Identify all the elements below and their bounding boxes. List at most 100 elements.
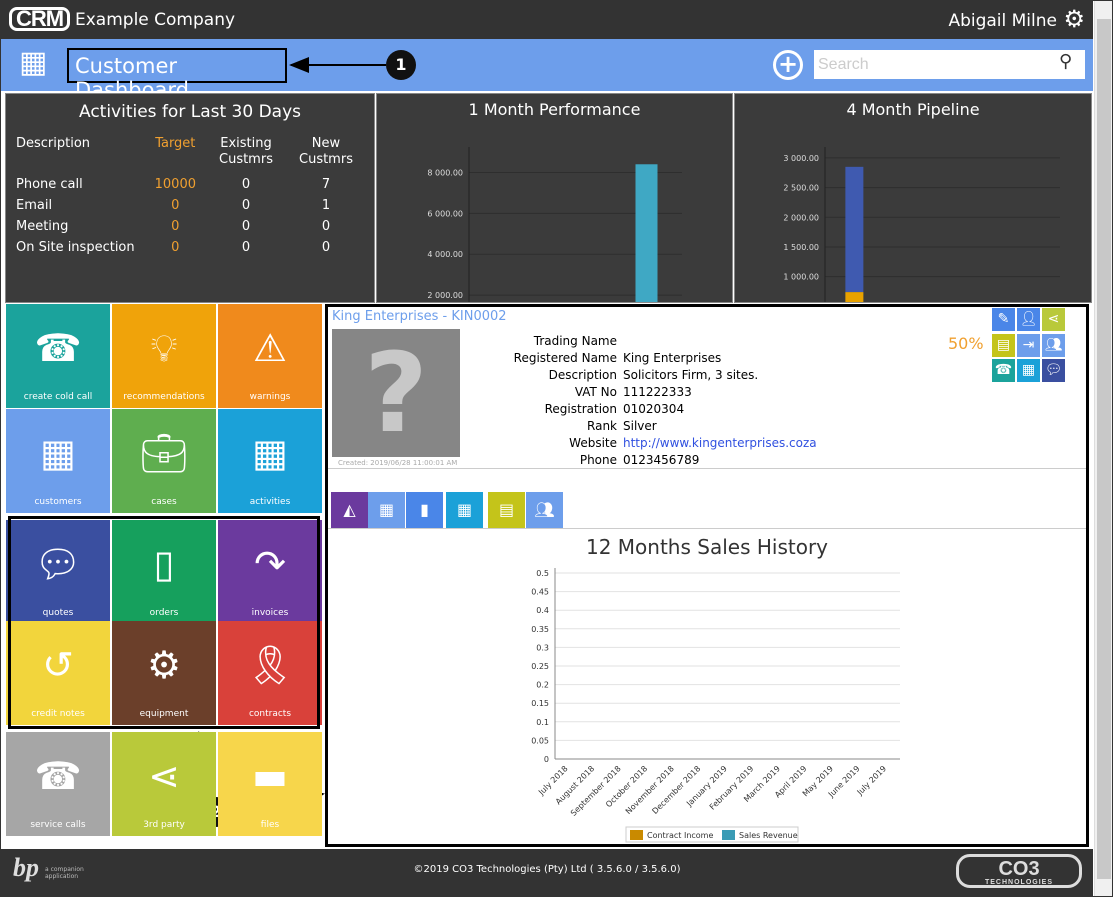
bar: [845, 166, 864, 293]
tile-invoices[interactable]: ↷ invoices: [218, 520, 322, 624]
y-tick-label: 0.5: [536, 569, 549, 578]
tile-recommendations[interactable]: 💡︎ recommendations: [112, 304, 216, 408]
activity-cell: Meeting: [16, 219, 69, 234]
top-bar: CRM Example Company Abigail Milne ⚙: [1, 1, 1093, 39]
tab-documents[interactable]: ▤: [488, 492, 525, 528]
sales-history-title: 12 Months Sales History: [585, 535, 828, 559]
edit-icon[interactable]: ✎: [992, 308, 1015, 331]
activities-panel: Activities for Last 30 Days Description …: [5, 93, 375, 303]
crm-logo[interactable]: CRM: [9, 7, 71, 31]
activities-table: Description Target Existing Custmrs New …: [12, 136, 366, 258]
tile-orders[interactable]: ▯ orders: [112, 520, 216, 624]
y-tick-label: 0.2: [536, 681, 549, 690]
tile-icon: ↷: [254, 542, 286, 586]
activity-cell: 7: [321, 177, 331, 192]
gear-icon[interactable]: ⚙: [1063, 5, 1085, 33]
legend-label: Contract Income: [647, 831, 713, 840]
performance-chart: 0.002 000.004 000.006 000.008 000.00Invo…: [427, 147, 682, 302]
search-input[interactable]: [814, 50, 1085, 79]
calendar-icon[interactable]: ▦: [1017, 359, 1040, 382]
tile-warnings[interactable]: ⚠ warnings: [218, 304, 322, 408]
pipeline-title: 4 Month Pipeline: [846, 100, 980, 119]
x-tick-label: December 2018: [650, 764, 702, 816]
tile-label: cases: [151, 497, 177, 507]
tile-activities[interactable]: ▦ activities: [218, 409, 322, 513]
activities-title: Activities for Last 30 Days: [78, 102, 301, 122]
tab-sales-chart[interactable]: ◭: [331, 492, 368, 528]
field-value: 0123456789: [623, 453, 700, 467]
tile-customers[interactable]: ▦ customers: [6, 409, 110, 513]
login-icon[interactable]: ⇥: [1017, 334, 1040, 357]
customer-name[interactable]: King Enterprises - KIN0002: [332, 309, 507, 324]
tile-label: contracts: [248, 709, 292, 719]
scrollbar[interactable]: [1094, 1, 1112, 896]
legend-label: Sales Revenue: [739, 831, 798, 840]
scrollbar-thumb[interactable]: [1097, 19, 1111, 879]
user-name[interactable]: Abigail Milne: [948, 11, 1057, 31]
tile-3rd-party[interactable]: ⋖ 3rd party: [112, 732, 216, 836]
page-title: Customer Dashboard: [67, 48, 287, 102]
pipeline-chart: 0.00500.001 000.001 500.002 000.002 500.…: [783, 147, 1060, 302]
tab-calendar[interactable]: ▦: [446, 492, 483, 528]
tile-service-calls[interactable]: ☎ service calls: [6, 732, 110, 836]
pipeline-panel: 4 Month Pipeline 0.00500.001 000.001 500…: [734, 93, 1092, 303]
add-icon[interactable]: +: [773, 50, 803, 80]
tile-icon: ▯: [153, 542, 175, 586]
tile-icon: ▬: [252, 754, 288, 798]
tile-contracts[interactable]: 🎗︎ contracts: [218, 621, 322, 725]
y-tick-label: 3 000.00: [783, 154, 819, 163]
field-label: VAT No: [574, 385, 617, 399]
tile-label: invoices: [251, 608, 289, 618]
share-icon[interactable]: ⋖: [1042, 308, 1065, 331]
document-icon[interactable]: ▤: [992, 334, 1015, 357]
field-value: Silver: [623, 419, 657, 433]
activity-cell: 10000: [154, 177, 196, 192]
field-label: Description: [548, 368, 617, 382]
tile-icon: ▦: [252, 431, 288, 475]
phone-icon[interactable]: ☎: [992, 359, 1015, 382]
activity-cell: Email: [16, 198, 53, 213]
y-tick-label: 4 000.00: [427, 250, 463, 259]
y-tick-label: 0.25: [531, 662, 549, 671]
tab-company[interactable]: ▦: [368, 492, 405, 528]
tile-label: orders: [149, 608, 179, 618]
performance-title: 1 Month Performance: [468, 100, 641, 119]
tile-quotes[interactable]: 💬︎ quotes: [6, 520, 110, 624]
tile-cases[interactable]: 💼︎ cases: [112, 409, 216, 513]
field-label: Website: [569, 436, 617, 450]
field-value: 01020304: [623, 402, 685, 416]
tab-address-book[interactable]: ▮: [406, 492, 443, 528]
legend-swatch: [722, 830, 735, 840]
tile-icon: ☎: [34, 754, 82, 798]
search-icon[interactable]: ⚲: [1059, 51, 1072, 72]
tile-icon: ⋖: [148, 754, 180, 798]
add-contact-icon[interactable]: 👤︎: [1017, 308, 1040, 331]
chat-icon[interactable]: 💬︎: [1042, 359, 1065, 382]
tile-label: equipment: [139, 709, 189, 719]
field-row: Registration 01020304: [468, 401, 817, 418]
activity-cell: 1: [321, 198, 331, 213]
tile-icon: ⚙: [146, 643, 182, 687]
field-row: Phone 0123456789: [468, 452, 817, 469]
divider: [328, 468, 1086, 469]
tile-label: quotes: [42, 608, 74, 618]
tile-label: activities: [249, 497, 291, 507]
tile-label: recommendations: [123, 392, 205, 402]
tile-files[interactable]: ▬ files: [218, 732, 322, 836]
tile-credit-notes[interactable]: ↺ credit notes: [6, 621, 110, 725]
customer-photo-placeholder[interactable]: ?: [332, 329, 460, 457]
contacts-icon[interactable]: 👥︎: [1042, 334, 1065, 357]
completion-percent: 50%: [948, 334, 984, 353]
company-name: Example Company: [75, 10, 236, 30]
tile-label: create cold call: [23, 392, 93, 402]
tile-create-cold-call[interactable]: ☎ create cold call: [6, 304, 110, 408]
tab-contacts[interactable]: 👥︎: [526, 492, 563, 528]
activity-cell: 0: [321, 219, 331, 234]
field-value[interactable]: http://www.kingenterprises.coza: [623, 435, 817, 452]
field-value: King Enterprises: [623, 351, 722, 365]
divider: [328, 528, 1086, 529]
activity-cell: 0: [241, 240, 251, 255]
tile-label: customers: [34, 497, 82, 507]
col-description: Description: [16, 136, 91, 151]
tile-equipment[interactable]: ⚙ equipment: [112, 621, 216, 725]
